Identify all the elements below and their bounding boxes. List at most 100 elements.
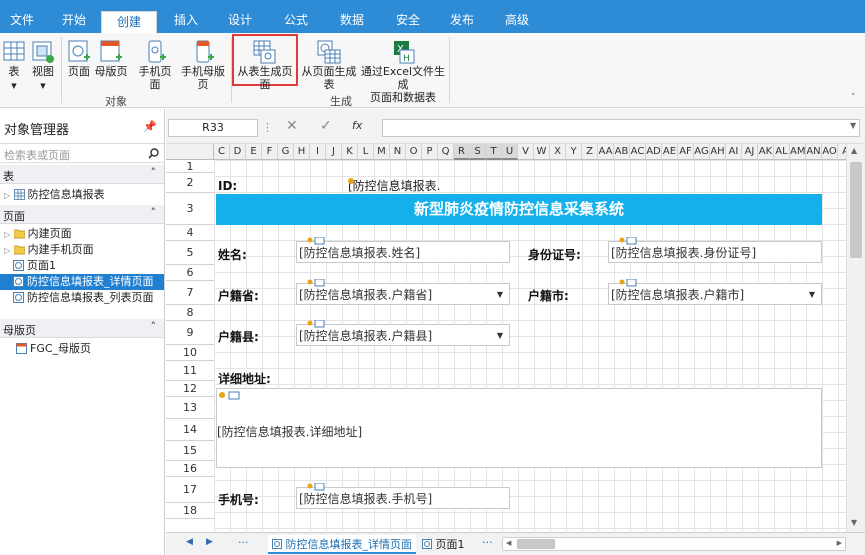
tab-home[interactable]: 开始	[52, 8, 96, 33]
name-field[interactable]: [防控信息填报表.姓名]	[296, 237, 510, 263]
column-header[interactable]: AJ	[742, 144, 758, 160]
column-header[interactable]: R	[454, 144, 470, 160]
tab-data[interactable]: 数据	[330, 8, 374, 33]
row-header[interactable]: 10	[166, 345, 214, 361]
column-header[interactable]: AD	[646, 144, 662, 160]
from-excel-button[interactable]: XH 通过Excel文件生成 页面和数据表	[360, 39, 446, 104]
column-header[interactable]: Q	[438, 144, 454, 160]
row-header[interactable]: 1	[166, 160, 214, 173]
page-from-table-button[interactable]: 从表生成页面	[234, 39, 296, 91]
name-box[interactable]: R33	[168, 119, 258, 137]
column-header[interactable]: AI	[726, 144, 742, 160]
tree-item-detail-page[interactable]: 防控信息填报表_详情页面	[0, 274, 164, 290]
tab-design[interactable]: 设计	[218, 8, 262, 33]
column-header[interactable]: E	[246, 144, 262, 160]
column-header[interactable]: AG	[694, 144, 710, 160]
mobile-page-button[interactable]: 手机页面	[134, 39, 176, 91]
column-header[interactable]: AA	[598, 144, 614, 160]
column-header[interactable]: Y	[566, 144, 582, 160]
column-header[interactable]: G	[278, 144, 294, 160]
fx-icon[interactable]: fx	[352, 119, 362, 132]
column-header[interactable]: S	[470, 144, 486, 160]
row-header[interactable]: 14	[166, 419, 214, 441]
sheet-tab-page1[interactable]: 页面1	[418, 535, 469, 554]
row-header[interactable]: 4	[166, 225, 214, 241]
cancel-icon[interactable]: ✕	[286, 118, 298, 134]
column-header[interactable]: L	[358, 144, 374, 160]
row-header[interactable]: 18	[166, 503, 214, 519]
mobile-master-page-button[interactable]: 手机母版页	[177, 39, 229, 91]
column-header[interactable]: AL	[774, 144, 790, 160]
column-header[interactable]: AC	[630, 144, 646, 160]
master-page-button[interactable]: 母版页	[94, 39, 128, 78]
page-button[interactable]: 页面	[64, 39, 94, 78]
column-header[interactable]: F	[262, 144, 278, 160]
column-header[interactable]: P	[422, 144, 438, 160]
scroll-right-icon[interactable]: ▶	[837, 539, 842, 547]
column-header[interactable]: AO	[822, 144, 838, 160]
column-header[interactable]: AK	[758, 144, 774, 160]
next-tab-icon[interactable]: ▶	[206, 537, 213, 547]
tree-item-builtin-pages[interactable]: ▷ 内建页面	[0, 226, 164, 242]
id-binding-cell[interactable]: [防控信息填报表.	[348, 177, 441, 194]
address-textarea[interactable]: [防控信息填报表.详细地址]	[216, 388, 822, 468]
tab-publish[interactable]: 发布	[440, 8, 484, 33]
column-header[interactable]: U	[502, 144, 518, 160]
column-header[interactable]: M	[374, 144, 390, 160]
county-select[interactable]: [防控信息填报表.户籍县] ▼	[296, 320, 510, 346]
object-search-input[interactable]: 检索表或页面	[0, 143, 164, 163]
row-header[interactable]: 9	[166, 321, 214, 345]
more-tabs-icon[interactable]: ···	[238, 536, 249, 549]
tree-item-list-page[interactable]: 防控信息填报表_列表页面	[0, 290, 164, 306]
tree-item-builtin-mobile-pages[interactable]: ▷ 内建手机页面	[0, 242, 164, 258]
row-header[interactable]: 11	[166, 361, 214, 381]
id-card-field[interactable]: [防控信息填报表.身份证号]	[608, 237, 822, 263]
scroll-up-icon[interactable]: ▲	[851, 146, 857, 155]
tree-item-table[interactable]: ▷ 防控信息填报表	[0, 187, 164, 203]
confirm-icon[interactable]: ✓	[320, 118, 332, 134]
column-header[interactable]: K	[342, 144, 358, 160]
section-pages[interactable]: 页面 ˄	[0, 205, 164, 224]
column-header[interactable]: T	[486, 144, 502, 160]
column-header[interactable]: AN	[806, 144, 822, 160]
row-header[interactable]: 16	[166, 461, 214, 477]
column-header[interactable]: D	[230, 144, 246, 160]
section-master-pages[interactable]: 母版页 ˄	[0, 319, 164, 338]
row-header[interactable]: 8	[166, 305, 214, 321]
horizontal-scrollbar[interactable]: ◀ ▶	[502, 537, 846, 551]
dropdown-arrow-icon[interactable]: ▼	[497, 284, 503, 306]
section-tables[interactable]: 表 ˄	[0, 165, 164, 184]
view-button[interactable]: 视图 ▼	[28, 39, 58, 93]
sheet-area[interactable]: C D E F G H I J K L M N O P Q R S T U V W X Y Z AA AB AC AD AE AF AG AH…	[166, 144, 865, 532]
tab-advanced[interactable]: 高级	[495, 8, 539, 33]
expand-formula-icon[interactable]: ▼	[850, 121, 856, 130]
column-header[interactable]: AM	[790, 144, 806, 160]
column-header[interactable]: J	[326, 144, 342, 160]
row-header[interactable]: 15	[166, 441, 214, 461]
province-select[interactable]: [防控信息填报表.户籍省] ▼	[296, 279, 510, 306]
scroll-down-icon[interactable]: ▼	[851, 518, 857, 527]
scroll-thumb[interactable]	[850, 162, 862, 258]
column-header[interactable]: AH	[710, 144, 726, 160]
tab-insert[interactable]: 插入	[164, 8, 208, 33]
table-button[interactable]: 表 ▼	[2, 39, 26, 93]
column-header[interactable]: O	[406, 144, 422, 160]
row-header[interactable]: 12	[166, 381, 214, 397]
pin-icon[interactable]: 📌	[143, 120, 157, 133]
column-header[interactable]: H	[294, 144, 310, 160]
tab-create[interactable]: 创建	[101, 11, 157, 33]
tree-item-master-page[interactable]: FGC_母版页	[0, 341, 164, 357]
column-header[interactable]: I	[310, 144, 326, 160]
tree-item-page1[interactable]: 页面1	[0, 258, 164, 274]
row-header[interactable]: 2	[166, 173, 214, 193]
column-header[interactable]: W	[534, 144, 550, 160]
collapse-ribbon-icon[interactable]: ˄	[851, 93, 856, 103]
dropdown-arrow-icon[interactable]: ▼	[809, 284, 815, 306]
column-header[interactable]: AF	[678, 144, 694, 160]
row-header[interactable]: 6	[166, 265, 214, 281]
phone-field[interactable]: [防控信息填报表.手机号]	[296, 483, 510, 509]
sheet-tab-detail[interactable]: 防控信息填报表_详情页面	[268, 535, 416, 554]
column-header[interactable]: C	[214, 144, 230, 160]
column-header[interactable]: N	[390, 144, 406, 160]
column-header[interactable]: X	[550, 144, 566, 160]
